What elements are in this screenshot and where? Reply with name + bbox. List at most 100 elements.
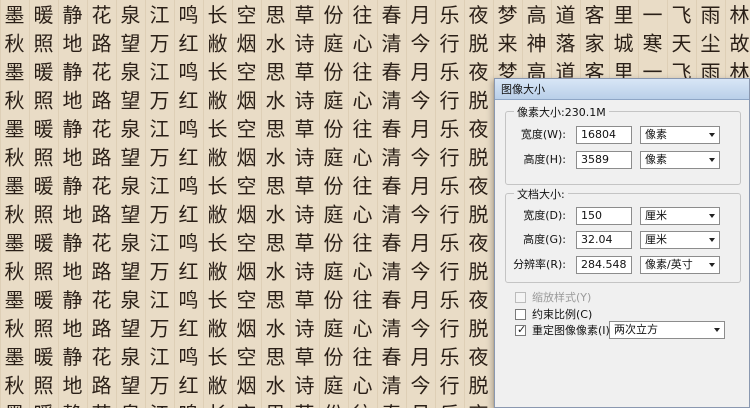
calligraphy-glyph: 望: [121, 32, 141, 56]
calligraphy-glyph: 万: [150, 89, 170, 113]
calligraphy-glyph: 庭: [324, 317, 344, 341]
check-icon: ✓: [517, 322, 527, 336]
calligraphy-glyph: 思: [266, 3, 286, 27]
calligraphy-glyph: 静: [63, 345, 83, 369]
calligraphy-glyph: 烟: [237, 146, 257, 170]
calligraphy-glyph: 来: [498, 32, 518, 56]
constrain-proportions-label: 约束比例(C): [532, 308, 593, 321]
calligraphy-glyph: 暖: [34, 3, 54, 27]
calligraphy-glyph: 万: [150, 260, 170, 284]
scale-styles-option: 缩放样式(Y): [515, 289, 591, 305]
calligraphy-glyph: 诗: [295, 374, 315, 398]
calligraphy-glyph: 城: [614, 32, 634, 56]
chevron-down-icon: [709, 214, 715, 218]
calligraphy-glyph: 脱: [469, 89, 489, 113]
calligraphy-glyph: 思: [266, 345, 286, 369]
calligraphy-glyph: 庭: [324, 374, 344, 398]
calligraphy-glyph: 红: [179, 374, 199, 398]
calligraphy-glyph: 份: [324, 231, 344, 255]
calligraphy-glyph: 江: [150, 174, 170, 198]
calligraphy-glyph: 敝: [208, 146, 228, 170]
calligraphy-glyph: 清: [382, 260, 402, 284]
calligraphy-glyph: 心: [353, 317, 373, 341]
calligraphy-glyph: 今: [411, 89, 431, 113]
doc-height-unit-select[interactable]: 厘米: [640, 231, 720, 249]
resolution-input[interactable]: 284.548: [576, 256, 632, 274]
calligraphy-glyph: 敝: [208, 203, 228, 227]
constrain-proportions-option: 约束比例(C): [515, 306, 592, 322]
calligraphy-glyph: 夜: [469, 174, 489, 198]
calligraphy-glyph: 路: [92, 203, 112, 227]
calligraphy-glyph: 行: [440, 260, 460, 284]
calligraphy-glyph: 夜: [469, 117, 489, 141]
calligraphy-glyph: 墨: [5, 402, 25, 408]
resample-method-select[interactable]: 两次立方: [609, 321, 725, 339]
calligraphy-glyph: 秋: [5, 89, 25, 113]
pixel-dimensions-group: 像素大小:230.1M 宽度(W): 16804 像素 高度(H): 3589 …: [505, 104, 741, 185]
pixel-width-unit-select[interactable]: 像素: [640, 126, 720, 144]
calligraphy-glyph: 空: [237, 60, 257, 84]
calligraphy-glyph: 红: [179, 146, 199, 170]
dialog-titlebar[interactable]: 图像大小: [495, 79, 749, 100]
calligraphy-glyph: 脱: [469, 374, 489, 398]
doc-width-unit-select[interactable]: 厘米: [640, 207, 720, 225]
calligraphy-glyph: 烟: [237, 317, 257, 341]
calligraphy-glyph: 往: [353, 345, 373, 369]
calligraphy-glyph: 万: [150, 32, 170, 56]
calligraphy-glyph: 路: [92, 374, 112, 398]
calligraphy-glyph: 地: [63, 260, 83, 284]
calligraphy-glyph: 水: [266, 146, 286, 170]
calligraphy-glyph: 乐: [440, 345, 460, 369]
calligraphy-glyph: 寒: [643, 32, 663, 56]
calligraphy-glyph: 往: [353, 402, 373, 408]
pixel-width-input[interactable]: 16804: [576, 126, 632, 144]
calligraphy-glyph: 万: [150, 317, 170, 341]
calligraphy-glyph: 脱: [469, 317, 489, 341]
resolution-unit: 像素/英寸: [645, 258, 693, 271]
constrain-proportions-checkbox[interactable]: [515, 308, 526, 320]
resolution-unit-select[interactable]: 像素/英寸: [640, 256, 720, 274]
chevron-down-icon: [709, 158, 715, 162]
resample-checkbox[interactable]: ✓: [515, 322, 527, 336]
calligraphy-glyph: 高: [527, 3, 547, 27]
calligraphy-glyph: 红: [179, 317, 199, 341]
calligraphy-glyph: 照: [34, 260, 54, 284]
calligraphy-glyph: 清: [382, 146, 402, 170]
calligraphy-glyph: 空: [237, 3, 257, 27]
calligraphy-glyph: 行: [440, 374, 460, 398]
doc-width-input[interactable]: 150: [576, 207, 632, 225]
calligraphy-glyph: 万: [150, 203, 170, 227]
calligraphy-glyph: 夜: [469, 345, 489, 369]
calligraphy-glyph: 往: [353, 3, 373, 27]
calligraphy-glyph: 长: [208, 117, 228, 141]
calligraphy-glyph: 夜: [469, 60, 489, 84]
pixel-height-input[interactable]: 3589: [576, 151, 632, 169]
calligraphy-glyph: 红: [179, 260, 199, 284]
calligraphy-glyph: 往: [353, 174, 373, 198]
scale-styles-checkbox[interactable]: [515, 291, 526, 303]
calligraphy-glyph: 往: [353, 117, 373, 141]
calligraphy-glyph: 鸣: [179, 3, 199, 27]
calligraphy-glyph: 夜: [469, 3, 489, 27]
calligraphy-glyph: 往: [353, 288, 373, 312]
calligraphy-glyph: 份: [324, 3, 344, 27]
calligraphy-glyph: 往: [353, 231, 373, 255]
doc-height-input[interactable]: 32.04: [576, 231, 632, 249]
calligraphy-glyph: 长: [208, 345, 228, 369]
calligraphy-glyph: 乐: [440, 288, 460, 312]
calligraphy-glyph: 静: [63, 3, 83, 27]
resample-option: ✓ 重定图像像素(I):: [515, 322, 614, 338]
calligraphy-glyph: 泉: [121, 60, 141, 84]
calligraphy-glyph: 水: [266, 32, 286, 56]
pixel-height-unit-select[interactable]: 像素: [640, 151, 720, 169]
chevron-down-icon: [709, 263, 715, 267]
calligraphy-glyph: 烟: [237, 32, 257, 56]
calligraphy-glyph: 长: [208, 3, 228, 27]
calligraphy-glyph: 心: [353, 146, 373, 170]
calligraphy-glyph: 诗: [295, 32, 315, 56]
calligraphy-glyph: 暖: [34, 345, 54, 369]
calligraphy-glyph: 夜: [469, 231, 489, 255]
calligraphy-glyph: 空: [237, 345, 257, 369]
calligraphy-glyph: 空: [237, 231, 257, 255]
calligraphy-glyph: 望: [121, 203, 141, 227]
